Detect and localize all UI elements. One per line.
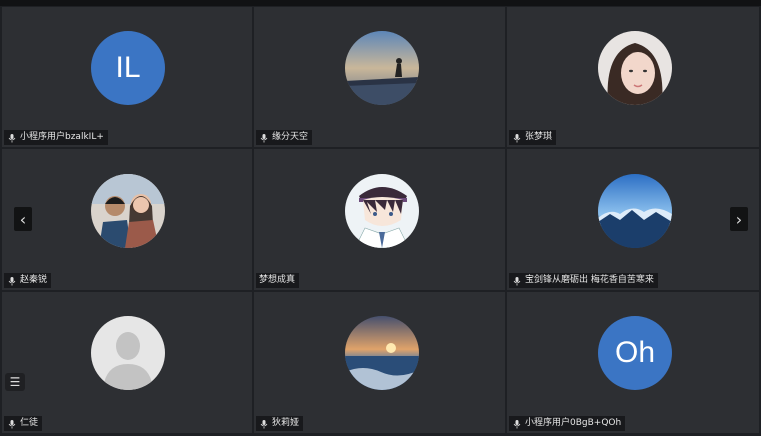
- participant-name: 狄莉娅: [272, 418, 300, 428]
- microphone-icon: [513, 419, 521, 428]
- participant-tile[interactable]: IL 小程序用户bzalkIL+: [2, 7, 252, 147]
- participant-tile[interactable]: 梦想成真: [254, 149, 505, 290]
- participant-tile[interactable]: 仁徒: [2, 292, 252, 433]
- mountain-photo-icon: [598, 174, 672, 248]
- avatar: [345, 316, 419, 390]
- participant-name-tag: 小程序用户0BgB+QOh: [509, 416, 626, 431]
- microphone-icon: [8, 133, 16, 142]
- participant-name: 小程序用户bzalkIL+: [20, 132, 104, 142]
- anime-character-icon: [345, 174, 419, 248]
- participant-name-tag: 张梦琪: [509, 130, 557, 145]
- list-icon: ☰: [9, 375, 21, 389]
- participant-name-tag: 狄莉娅: [256, 416, 304, 431]
- avatar: [91, 174, 165, 248]
- chevron-left-icon: ‹: [19, 209, 27, 229]
- participant-name: 宝剑锋从磨砺出 梅花香自苦寒来: [525, 275, 654, 285]
- avatar: Oh: [598, 316, 672, 390]
- avatar: [345, 31, 419, 105]
- participant-name: 缘分天空: [272, 132, 309, 142]
- participant-tile[interactable]: 张梦琪: [507, 7, 759, 147]
- default-user-icon: [91, 316, 165, 390]
- participant-name-tag: 宝剑锋从磨砺出 梅花香自苦寒来: [509, 273, 658, 288]
- participant-name: 小程序用户0BgB+QOh: [525, 418, 622, 428]
- participant-tile[interactable]: 赵秦锐: [2, 149, 252, 290]
- participant-tile[interactable]: 缘分天空: [254, 7, 505, 147]
- avatar: [598, 31, 672, 105]
- participant-name: 赵秦锐: [20, 275, 48, 285]
- microphone-icon: [8, 419, 16, 428]
- participant-list-button[interactable]: ☰: [5, 373, 25, 391]
- microphone-icon: [513, 133, 521, 142]
- participant-name: 梦想成真: [259, 275, 296, 285]
- avatar: [345, 174, 419, 248]
- chevron-right-icon: ›: [735, 209, 743, 229]
- couple-photo-icon: [91, 174, 165, 248]
- participant-name-tag: 仁徒: [4, 416, 43, 431]
- microphone-icon: [513, 276, 521, 285]
- microphone-icon: [260, 419, 268, 428]
- ocean-sunset-icon: [345, 316, 419, 390]
- participant-name: 仁徒: [20, 418, 39, 428]
- next-page-button[interactable]: ›: [730, 207, 748, 231]
- microphone-icon: [8, 276, 16, 285]
- prev-page-button[interactable]: ‹: [14, 207, 32, 231]
- avatar: [91, 316, 165, 390]
- participant-tile[interactable]: 狄莉娅: [254, 292, 505, 433]
- avatar-initials: IL: [115, 51, 141, 84]
- sunset-photo-icon: [345, 31, 419, 105]
- video-grid: IL 小程序用户bzalkIL+ 缘分天空 张梦琪 赵秦锐 梦想成真 宝剑锋从磨…: [0, 0, 761, 436]
- avatar: [598, 174, 672, 248]
- avatar: IL: [91, 31, 165, 105]
- participant-tile[interactable]: Oh 小程序用户0BgB+QOh: [507, 292, 759, 433]
- avatar-initials: Oh: [614, 336, 656, 369]
- participant-tile[interactable]: 宝剑锋从磨砺出 梅花香自苦寒来: [507, 149, 759, 290]
- participant-name-tag: 小程序用户bzalkIL+: [4, 130, 108, 145]
- woman-photo-icon: [598, 31, 672, 105]
- participant-name: 张梦琪: [525, 132, 553, 142]
- participant-name-tag: 缘分天空: [256, 130, 313, 145]
- participant-name-tag: 梦想成真: [256, 273, 300, 288]
- microphone-icon: [260, 133, 268, 142]
- participant-name-tag: 赵秦锐: [4, 273, 52, 288]
